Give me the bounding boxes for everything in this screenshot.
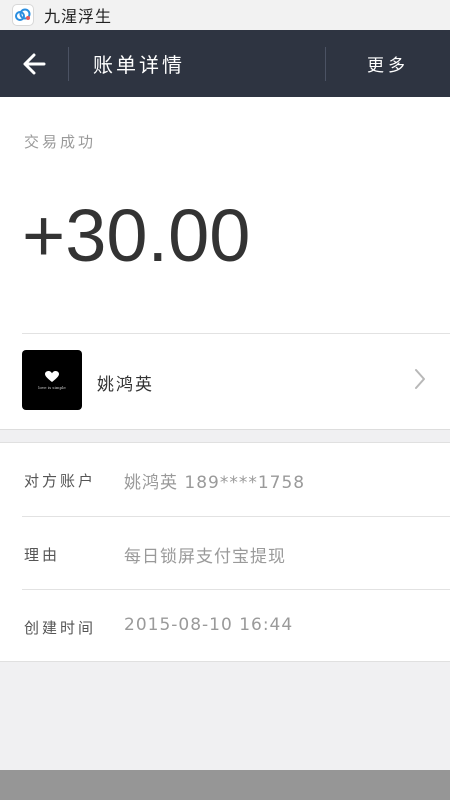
heart-icon <box>45 370 59 382</box>
navigation-bar <box>0 770 450 800</box>
cloud-app-icon <box>12 4 34 26</box>
detail-value: 每日锁屏支付宝提现 <box>124 547 286 567</box>
detail-label: 理由 <box>24 546 61 564</box>
status-bar: 九湦浮生 <box>0 0 450 30</box>
more-button[interactable]: 更多 <box>326 30 450 97</box>
section-divider <box>0 429 450 430</box>
transaction-summary-card: 交易成功 +30.00 love is simple 姚鸿英 <box>0 97 450 430</box>
status-title: 九湦浮生 <box>44 7 113 26</box>
avatar-caption: love is simple <box>38 384 66 390</box>
page-title: 账单详情 <box>93 53 185 77</box>
detail-row-created-time: 创建时间 2015-08-10 16:44 <box>0 590 450 663</box>
transaction-amount: +30.00 <box>22 194 251 277</box>
chevron-right-icon <box>415 369 425 389</box>
transaction-details-card: 对方账户 姚鸿英 189****1758 理由 每日锁屏支付宝提现 创建时间 2… <box>0 442 450 662</box>
detail-label: 创建时间 <box>24 619 97 637</box>
back-button[interactable] <box>0 30 68 97</box>
detail-row-reason: 理由 每日锁屏支付宝提现 <box>0 517 450 590</box>
detail-row-account: 对方账户 姚鸿英 189****1758 <box>0 443 450 516</box>
detail-value: 姚鸿英 189****1758 <box>124 473 306 493</box>
avatar: love is simple <box>22 350 82 410</box>
nav-bar: 账单详情 更多 <box>0 30 450 97</box>
payee-row[interactable]: love is simple 姚鸿英 <box>0 334 450 428</box>
detail-label: 对方账户 <box>24 472 97 490</box>
payee-name: 姚鸿英 <box>97 375 154 395</box>
transaction-status: 交易成功 <box>24 133 97 151</box>
detail-value: 2015-08-10 16:44 <box>124 615 294 635</box>
arrow-left-icon <box>23 53 46 74</box>
